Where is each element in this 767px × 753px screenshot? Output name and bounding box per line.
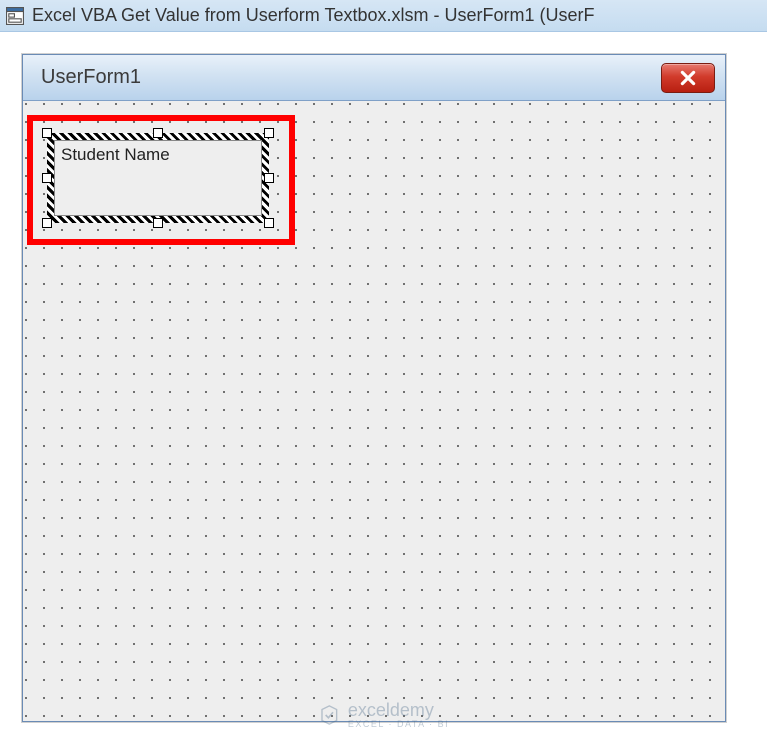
userform-title: UserForm1 [41, 66, 141, 89]
watermark-tagline: EXCEL · DATA · BI [348, 719, 449, 729]
label-control[interactable]: Student Name [47, 133, 269, 223]
resize-handle-top-left[interactable] [42, 128, 52, 138]
main-window-titlebar: Excel VBA Get Value from Userform Textbo… [0, 0, 767, 32]
form-designer-area[interactable]: UserForm1 Student Name [0, 32, 767, 753]
resize-handle-bottom-right[interactable] [264, 218, 274, 228]
close-button[interactable] [661, 63, 715, 93]
resize-handle-top-right[interactable] [264, 128, 274, 138]
watermark: exceldemy EXCEL · DATA · BI [318, 700, 449, 729]
resize-handle-middle-left[interactable] [42, 173, 52, 183]
label-caption: Student Name [54, 140, 262, 216]
watermark-icon [318, 704, 340, 726]
resize-handle-middle-right[interactable] [264, 173, 274, 183]
main-window-title: Excel VBA Get Value from Userform Textbo… [32, 5, 594, 26]
userform-body[interactable]: Student Name [23, 101, 725, 721]
selection-border: Student Name [47, 133, 269, 223]
userform-window[interactable]: UserForm1 Student Name [22, 54, 726, 722]
close-icon [679, 69, 697, 87]
userform-titlebar[interactable]: UserForm1 [23, 55, 725, 101]
watermark-brand: exceldemy [348, 700, 434, 720]
resize-handle-top-middle[interactable] [153, 128, 163, 138]
resize-handle-bottom-middle[interactable] [153, 218, 163, 228]
vba-form-icon [6, 7, 24, 25]
resize-handle-bottom-left[interactable] [42, 218, 52, 228]
